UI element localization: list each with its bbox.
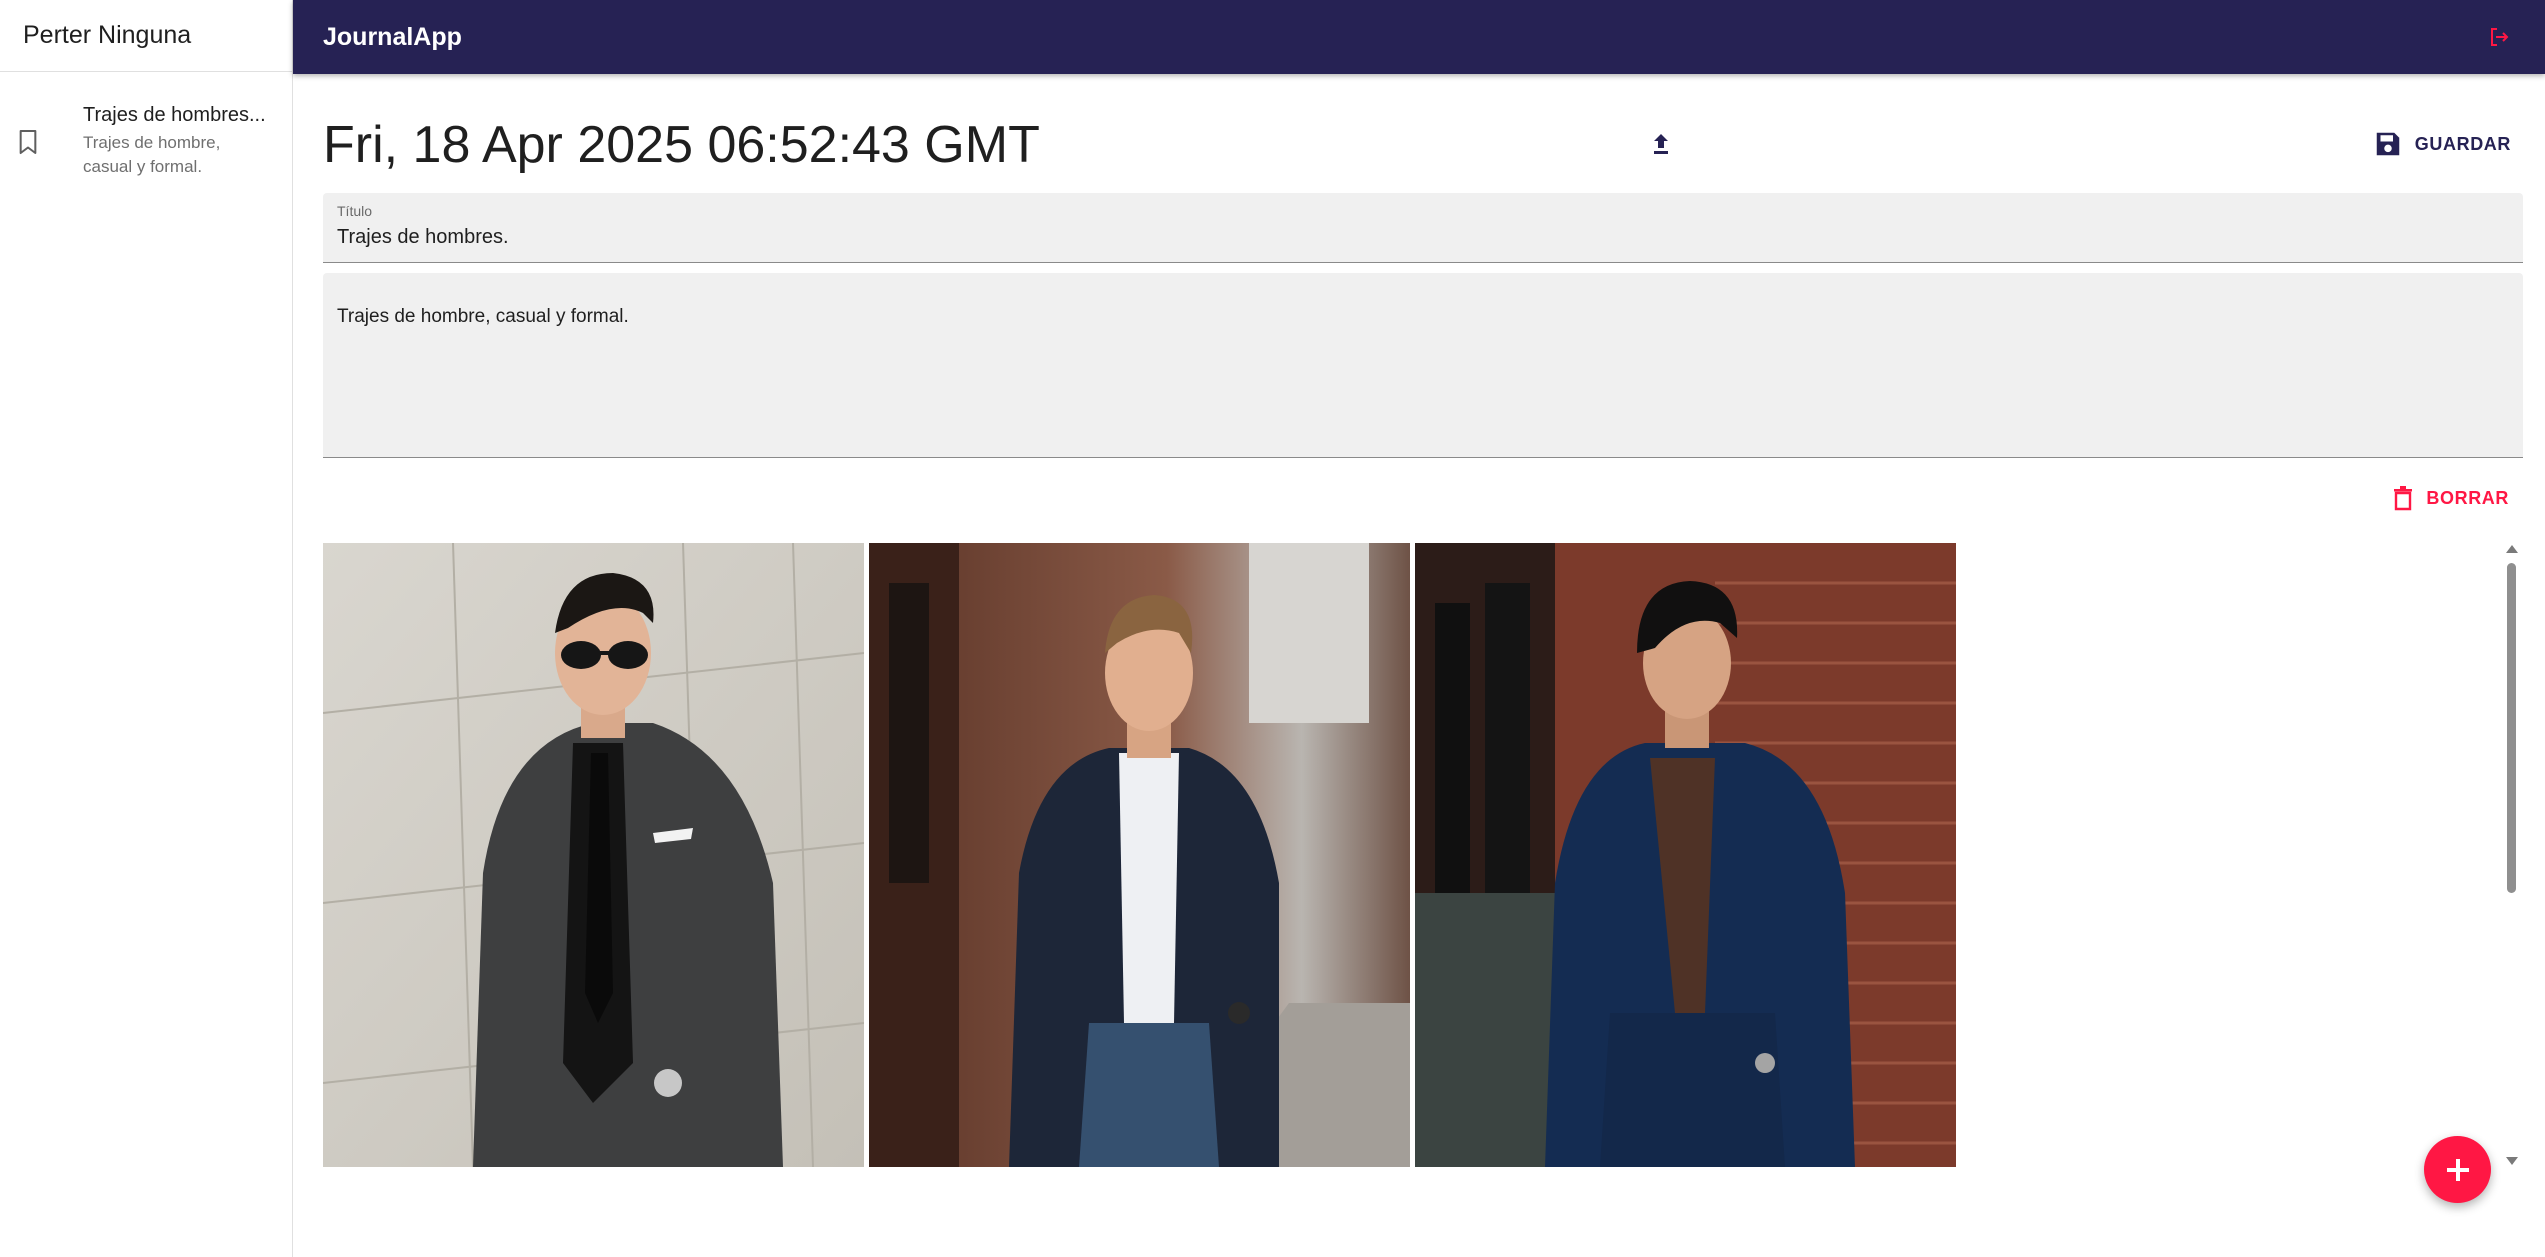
gallery-image xyxy=(869,543,1410,1167)
gallery-image xyxy=(1415,543,1956,1167)
scroll-down-arrow-icon[interactable] xyxy=(2506,1157,2518,1165)
delete-button[interactable]: BORRAR xyxy=(2388,478,2513,518)
title-field-value: Trajes de hombres. xyxy=(337,226,509,248)
bookmark-icon xyxy=(19,129,37,155)
add-entry-button[interactable] xyxy=(2424,1136,2491,1203)
logout-icon xyxy=(2491,28,2509,46)
gallery-scrollbar[interactable] xyxy=(2503,543,2519,1167)
app-title: JournalApp xyxy=(323,22,462,51)
title-field-label: Título xyxy=(337,203,373,219)
sidebar-entry-body: Trajes de hombre, casual y formal. xyxy=(83,133,221,176)
body-field[interactable]: Trajes de hombre, casual y formal. xyxy=(323,273,2523,458)
app-bar: JournalApp xyxy=(293,0,2545,74)
image-gallery xyxy=(323,543,1956,1167)
note-toolbar: Fri, 18 Apr 2025 06:52:43 GMT GUARDAR xyxy=(323,74,2523,194)
logout-button[interactable] xyxy=(2483,21,2515,53)
sidebar-entry[interactable]: Trajes de hombres... Trajes de hombre, c… xyxy=(0,72,292,197)
save-button[interactable]: GUARDAR xyxy=(2365,124,2519,164)
trash-icon xyxy=(2394,486,2413,511)
title-field[interactable]: Título Trajes de hombres. xyxy=(323,193,2523,263)
note-view: Fri, 18 Apr 2025 06:52:43 GMT GUARDAR Tí… xyxy=(323,74,2523,1257)
plus-icon xyxy=(2446,1158,2469,1181)
scroll-up-arrow-icon[interactable] xyxy=(2506,545,2518,553)
user-name: Perter Ninguna xyxy=(0,0,292,72)
sidebar-entry-title: Trajes de hombres... xyxy=(83,104,266,126)
scrollbar-thumb[interactable] xyxy=(2507,563,2516,893)
upload-button[interactable] xyxy=(1645,126,1677,162)
save-label: GUARDAR xyxy=(2414,133,2511,154)
body-field-value: Trajes de hombre, casual y formal. xyxy=(337,306,629,327)
gallery-image xyxy=(323,543,864,1167)
note-date: Fri, 18 Apr 2025 06:52:43 GMT xyxy=(323,116,1040,174)
floppy-disk-icon xyxy=(2376,132,2400,156)
sidebar: Perter Ninguna Trajes de hombres... Traj… xyxy=(0,0,293,1257)
delete-label: BORRAR xyxy=(2426,487,2509,508)
upload-icon xyxy=(1654,134,1668,154)
